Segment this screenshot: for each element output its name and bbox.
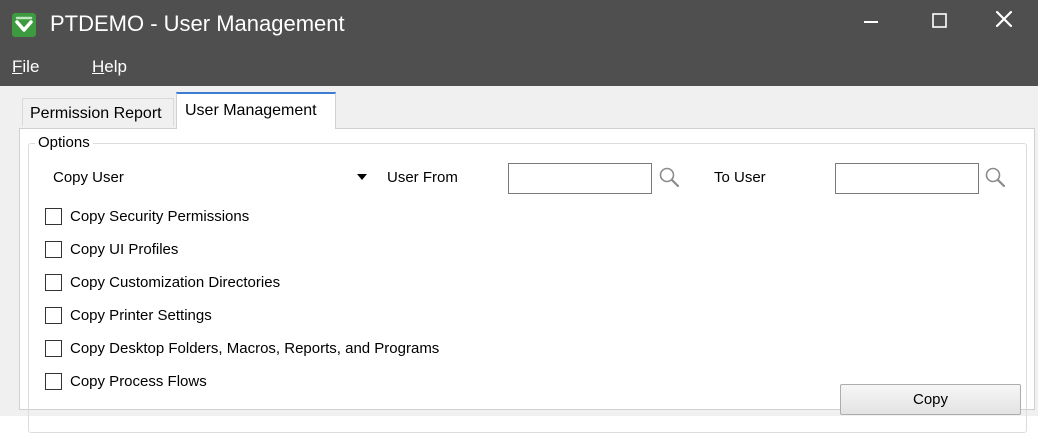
copy-customization-directories-label: Copy Customization Directories [70, 274, 281, 291]
menu-bar: File Help [0, 48, 1038, 86]
options-groupbox: Options Copy User User From To User Copy… [28, 134, 1027, 433]
tab-user-management-label: User Management [185, 102, 317, 119]
action-select[interactable]: Copy User [45, 163, 372, 193]
search-icon[interactable] [658, 166, 682, 190]
to-user-label: To User [714, 169, 766, 186]
to-user-input[interactable] [835, 163, 979, 194]
maximize-icon [932, 13, 947, 28]
user-management-panel: Options Copy User User From To User Copy… [19, 128, 1035, 433]
title-bar[interactable]: PTDEMO - User Management [0, 0, 1038, 48]
copy-customization-directories-checkbox[interactable] [45, 274, 62, 291]
maximize-button[interactable] [912, 0, 968, 44]
tab-user-management[interactable]: User Management [176, 92, 336, 129]
copy-security-permissions-label: Copy Security Permissions [70, 208, 250, 225]
menu-help-label: elp [104, 57, 127, 76]
copy-button[interactable]: Copy [840, 384, 1021, 415]
sage-app-icon [12, 13, 36, 37]
menu-file-mnemonic: F [12, 57, 23, 76]
menu-file-label: ile [22, 57, 40, 76]
user-from-label: User From [387, 169, 458, 186]
copy-security-permissions-checkbox[interactable] [45, 208, 62, 225]
window-title: PTDEMO - User Management [50, 11, 345, 36]
action-select-value: Copy User [53, 169, 124, 186]
menu-file[interactable]: File [12, 56, 39, 78]
copy-desktop-folders-label: Copy Desktop Folders, Macros, Reports, a… [70, 340, 440, 357]
close-button[interactable] [975, 0, 1031, 44]
copy-process-flows-label: Copy Process Flows [70, 373, 207, 390]
tab-permission-report-label: Permission Report [30, 105, 162, 122]
menu-help-mnemonic: H [92, 57, 105, 76]
copy-printer-settings-checkbox[interactable] [45, 307, 62, 324]
close-icon [995, 10, 1013, 28]
user-from-input[interactable] [508, 163, 652, 194]
copy-desktop-folders-checkbox[interactable] [45, 340, 62, 357]
copy-ui-profiles-label: Copy UI Profiles [70, 241, 179, 258]
copy-printer-settings-label: Copy Printer Settings [70, 307, 212, 324]
minimize-icon [864, 21, 878, 23]
menu-help[interactable]: Help [92, 56, 127, 78]
copy-ui-profiles-checkbox[interactable] [45, 241, 62, 258]
options-group-label: Options [35, 134, 93, 152]
app-window: PTDEMO - User Management File Help Permi… [0, 0, 1038, 433]
minimize-button[interactable] [842, 0, 898, 44]
search-icon[interactable] [984, 166, 1008, 190]
tab-permission-report[interactable]: Permission Report [22, 98, 174, 126]
copy-process-flows-checkbox[interactable] [45, 373, 62, 390]
chevron-down-icon [357, 174, 367, 180]
client-area: Permission Report User Management Option… [0, 86, 1038, 433]
